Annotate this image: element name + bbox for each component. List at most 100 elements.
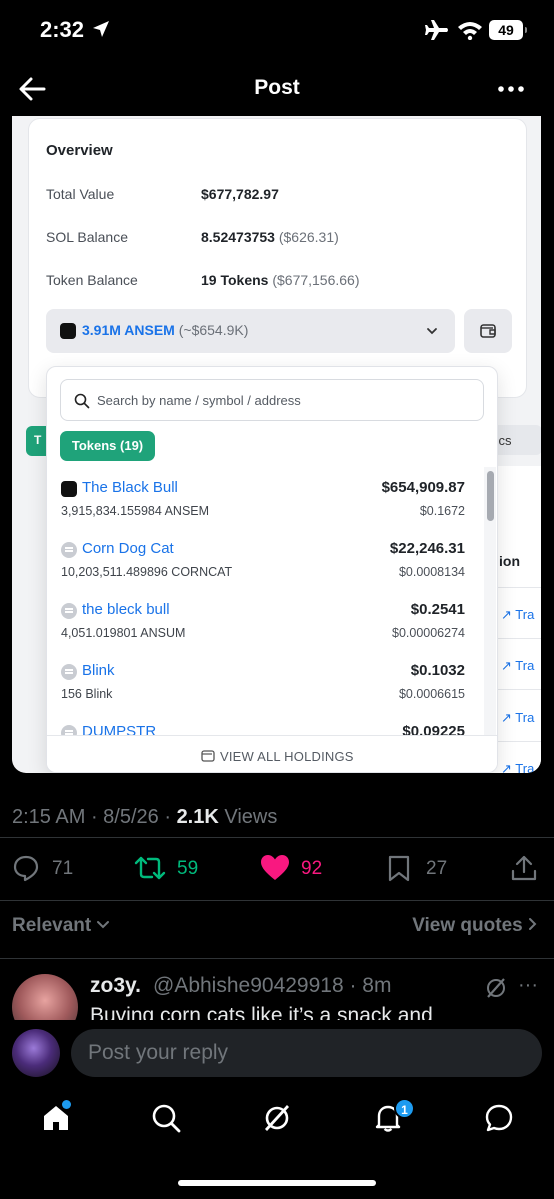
sol-balance-label: SOL Balance	[46, 229, 128, 245]
token-search-input[interactable]: Search by name / symbol / address	[60, 379, 484, 421]
status-time: 2:32	[40, 17, 85, 42]
token-amount: 156 Blink	[61, 687, 113, 701]
token-row[interactable]: DUMPSTR $0.09225	[47, 711, 477, 735]
reply-handle-time: @Abhishe90429918 · 8m	[153, 974, 392, 997]
selected-token-usd: (~$654.9K)	[178, 322, 249, 338]
token-value: $0.2541	[410, 601, 465, 618]
token-dropdown: Search by name / symbol / address Tokens…	[46, 366, 498, 773]
token-value: $0.1032	[410, 662, 465, 679]
battery-indicator: 49	[489, 20, 527, 40]
token-value: $654,909.87	[381, 479, 465, 496]
token-price: $0.00006274	[392, 626, 465, 640]
home-unread-dot	[62, 1100, 71, 1109]
token-name[interactable]: Corn Dog Cat	[82, 540, 174, 557]
scrollbar[interactable]	[484, 467, 496, 735]
token-balance-usd: ($677,156.66)	[272, 272, 360, 288]
token-price: $0.0008134	[398, 565, 465, 579]
divider	[0, 837, 554, 838]
search-icon[interactable]	[151, 1103, 181, 1138]
token-selector[interactable]: 3.91M ANSEM (~$654.9K)	[46, 309, 455, 353]
top-navigation: Post	[0, 62, 554, 116]
token-balance-label: Token Balance	[46, 272, 138, 288]
grok-icon[interactable]	[262, 1103, 292, 1138]
wifi-icon	[457, 20, 483, 45]
total-value-label: Total Value	[46, 186, 115, 202]
wallet-icon	[201, 750, 215, 762]
token-name[interactable]: the bleck bull	[82, 601, 170, 618]
token-amount: 10,203,511.489896 CORNCAT	[61, 565, 233, 579]
token-row[interactable]: Blink 156 Blink $0.1032 $0.0006615	[47, 650, 477, 711]
total-value-amount: $677,782.97	[201, 186, 279, 202]
background-link: ↗ Tra	[501, 607, 535, 622]
notifications-badge: 1	[394, 1098, 415, 1119]
overview-card: Overview Total Value $677,782.97 SOL Bal…	[28, 118, 527, 398]
generic-token-icon	[61, 725, 77, 735]
token-name[interactable]: The Black Bull	[82, 479, 178, 496]
like-count: 92	[301, 858, 323, 879]
background-link-text: Tra	[515, 710, 535, 725]
sort-label: Relevant	[12, 915, 92, 936]
chevron-down-icon	[425, 324, 439, 343]
reply-icon[interactable]	[12, 854, 40, 887]
location-arrow-icon	[92, 20, 110, 43]
background-link-text: Tra	[515, 607, 535, 622]
more-options-icon[interactable]	[496, 76, 526, 107]
home-indicator	[178, 1180, 376, 1186]
chevron-right-icon	[529, 918, 537, 930]
background-column-header: ion	[499, 553, 520, 569]
token-value: $22,246.31	[389, 540, 465, 557]
ansem-token-icon	[60, 323, 76, 339]
overview-title: Overview	[46, 142, 113, 159]
search-placeholder: Search by name / symbol / address	[97, 393, 301, 408]
reply-placeholder: Post your reply	[88, 1041, 229, 1064]
more-options-icon[interactable]: ···	[518, 974, 538, 997]
avatar	[12, 1029, 60, 1077]
reply-composer: Post your reply	[0, 1020, 554, 1088]
grok-icon[interactable]	[484, 976, 508, 1005]
token-name[interactable]: Blink	[82, 662, 115, 679]
wallet-button[interactable]	[464, 309, 512, 353]
views-count: 2.1K	[176, 806, 219, 828]
repost-count: 59	[177, 858, 199, 879]
token-row[interactable]: Corn Dog Cat 10,203,511.489896 CORNCAT $…	[47, 528, 477, 589]
sort-replies-dropdown[interactable]: Relevant	[12, 915, 110, 937]
post-time: 2:15 AM	[12, 806, 86, 828]
divider	[0, 958, 554, 959]
token-row[interactable]: The Black Bull 3,915,834.155984 ANSEM $6…	[47, 467, 477, 528]
reply-author-name[interactable]: zo3y.	[90, 974, 141, 998]
search-icon	[74, 393, 90, 409]
sol-balance-usd: ($626.31)	[278, 229, 339, 245]
share-icon[interactable]	[511, 854, 537, 887]
view-all-holdings-button[interactable]: VIEW ALL HOLDINGS	[47, 735, 497, 772]
reply-input[interactable]: Post your reply	[71, 1029, 542, 1077]
view-quotes-link[interactable]: View quotes	[412, 915, 538, 937]
token-selector-label: 3.91M ANSEM (~$654.9K)	[82, 322, 248, 338]
post-image[interactable]: T tics ion ↗ Tra ↗ Tra ↗ Tra ↗ Tra Overv…	[12, 116, 541, 773]
tokens-filter-tab[interactable]: Tokens (19)	[60, 431, 155, 461]
divider	[0, 900, 554, 901]
token-balance: 19 Tokens ($677,156.66)	[201, 272, 360, 288]
bookmark-icon[interactable]	[387, 854, 411, 887]
generic-token-icon	[61, 603, 77, 619]
like-heart-icon[interactable]	[260, 854, 290, 887]
post-metadata: 2:15 AM · 8/5/26 · 2.1K Views	[12, 806, 278, 828]
page-title: Post	[254, 76, 300, 99]
token-amount: 3,915,834.155984 ANSEM	[61, 504, 210, 518]
messages-icon[interactable]	[484, 1103, 514, 1138]
background-link: ↗ Tra	[501, 761, 534, 773]
token-price: $0.0006615	[398, 687, 465, 701]
sol-balance-amount: 8.52473753	[201, 229, 275, 245]
token-name[interactable]: DUMPSTR	[82, 723, 156, 735]
generic-token-icon	[61, 542, 77, 558]
views-label: Views	[224, 806, 278, 828]
scrollbar-thumb[interactable]	[487, 471, 494, 521]
selected-token: 3.91M ANSEM	[82, 322, 175, 338]
total-value: $677,782.97	[201, 186, 279, 202]
token-price: $0.1672	[419, 504, 465, 518]
token-row[interactable]: the bleck bull 4,051.019801 ANSUM $0.254…	[47, 589, 477, 650]
airplane-mode-icon	[425, 19, 449, 46]
reply-post[interactable]: zo3y. @Abhishe90429918 · 8m ··· Buying c…	[0, 962, 554, 1022]
background-link: ↗ Tra	[501, 658, 535, 673]
avatar[interactable]	[12, 974, 78, 1022]
repost-icon[interactable]	[134, 854, 166, 887]
